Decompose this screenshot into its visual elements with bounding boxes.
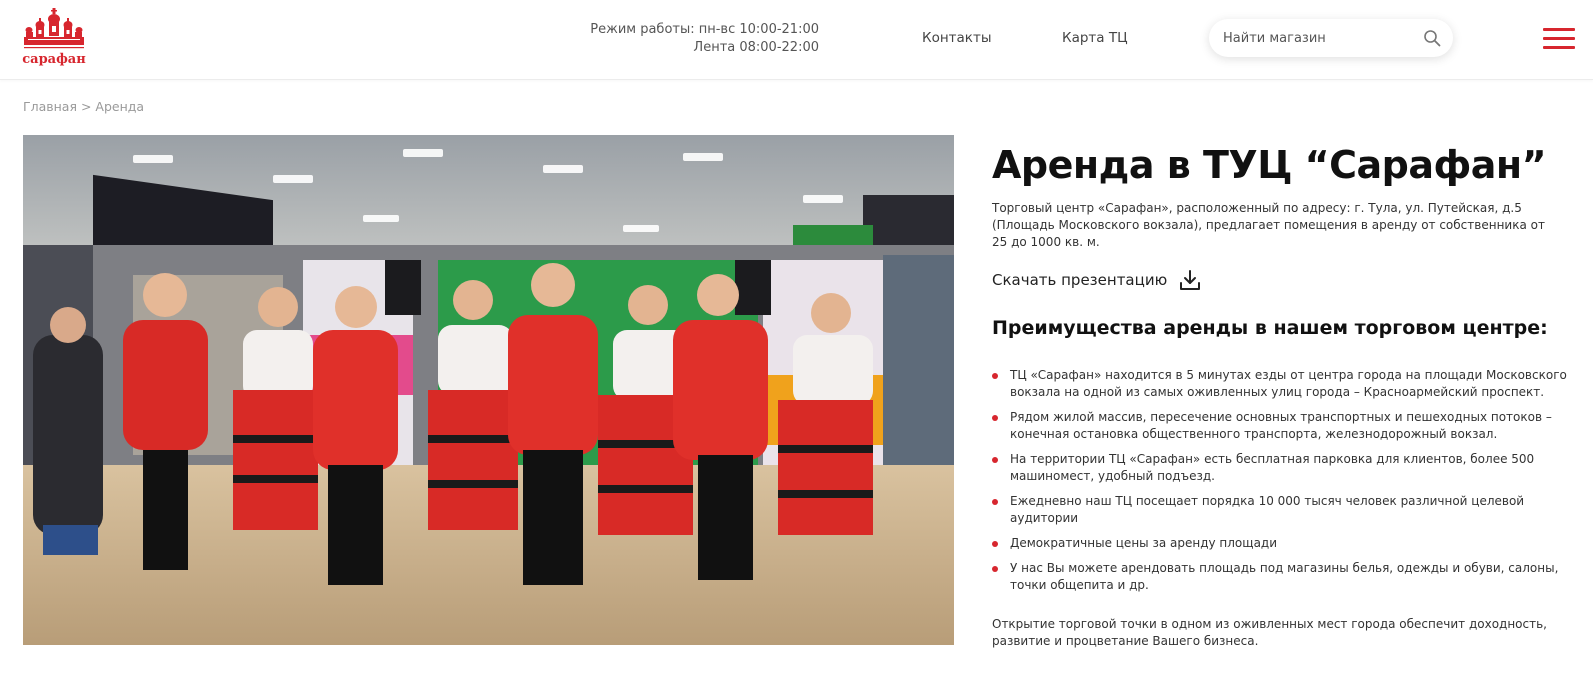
logo-wordmark: сарафан bbox=[22, 52, 86, 67]
breadcrumb-home[interactable]: Главная bbox=[23, 99, 77, 114]
benefits-list: ТЦ «Сарафан» находится в 5 минутах езды … bbox=[992, 367, 1572, 594]
hours-mall: Режим работы: пн-вс 10:00-21:00 bbox=[590, 22, 819, 37]
benefit-item: Демократичные цены за аренду площади bbox=[992, 535, 1572, 552]
benefit-item: На территории ТЦ «Сарафан» есть бесплатн… bbox=[992, 451, 1572, 485]
site-header: сарафан Режим работы: пн-вс 10:00-21:00 … bbox=[0, 0, 1593, 80]
benefit-item: ТЦ «Сарафан» находится в 5 минутах езды … bbox=[992, 367, 1572, 401]
outro-text: Открытие торговой точки в одном из оживл… bbox=[992, 617, 1547, 648]
logo-church-icon bbox=[24, 8, 84, 49]
benefit-item: Ежедневно наш ТЦ посещает порядка 10 000… bbox=[992, 493, 1572, 527]
search-input[interactable] bbox=[1223, 19, 1413, 57]
breadcrumb-separator: > bbox=[77, 99, 96, 114]
rent-info: Аренда в ТУЦ “Сарафан” Торговый центр «С… bbox=[992, 140, 1572, 650]
benefits-heading: Преимущества аренды в нашем торговом цен… bbox=[992, 317, 1548, 339]
page-title: Аренда в ТУЦ “Сарафан” bbox=[992, 143, 1547, 187]
breadcrumb-current: Аренда bbox=[95, 99, 145, 114]
menu-burger-icon[interactable] bbox=[1543, 28, 1575, 50]
folk-dancers-photo bbox=[23, 135, 954, 645]
download-icon[interactable] bbox=[1179, 269, 1201, 291]
store-search bbox=[1209, 19, 1453, 57]
download-presentation-button[interactable]: Скачать презентацию bbox=[992, 269, 1572, 291]
benefit-item: Рядом жилой массив, пересечение основных… bbox=[992, 409, 1572, 443]
hours-lenta: Лента 08:00-22:00 bbox=[693, 40, 819, 55]
search-icon[interactable] bbox=[1423, 29, 1441, 47]
working-hours: Режим работы: пн-вс 10:00-21:00 Лента 08… bbox=[590, 21, 819, 57]
download-presentation-label: Скачать презентацию bbox=[992, 271, 1168, 289]
benefit-item: У нас Вы можете арендовать площадь под м… bbox=[992, 560, 1572, 594]
site-logo[interactable]: сарафан bbox=[22, 8, 86, 67]
nav-link-contacts[interactable]: Контакты bbox=[922, 30, 991, 46]
nav-link-mall-map[interactable]: Карта ТЦ bbox=[1062, 30, 1128, 46]
intro-text: Торговый центр «Сарафан», расположенный … bbox=[992, 201, 1545, 249]
breadcrumb: Главная > Аренда bbox=[23, 99, 144, 114]
hero-photo bbox=[23, 135, 954, 645]
